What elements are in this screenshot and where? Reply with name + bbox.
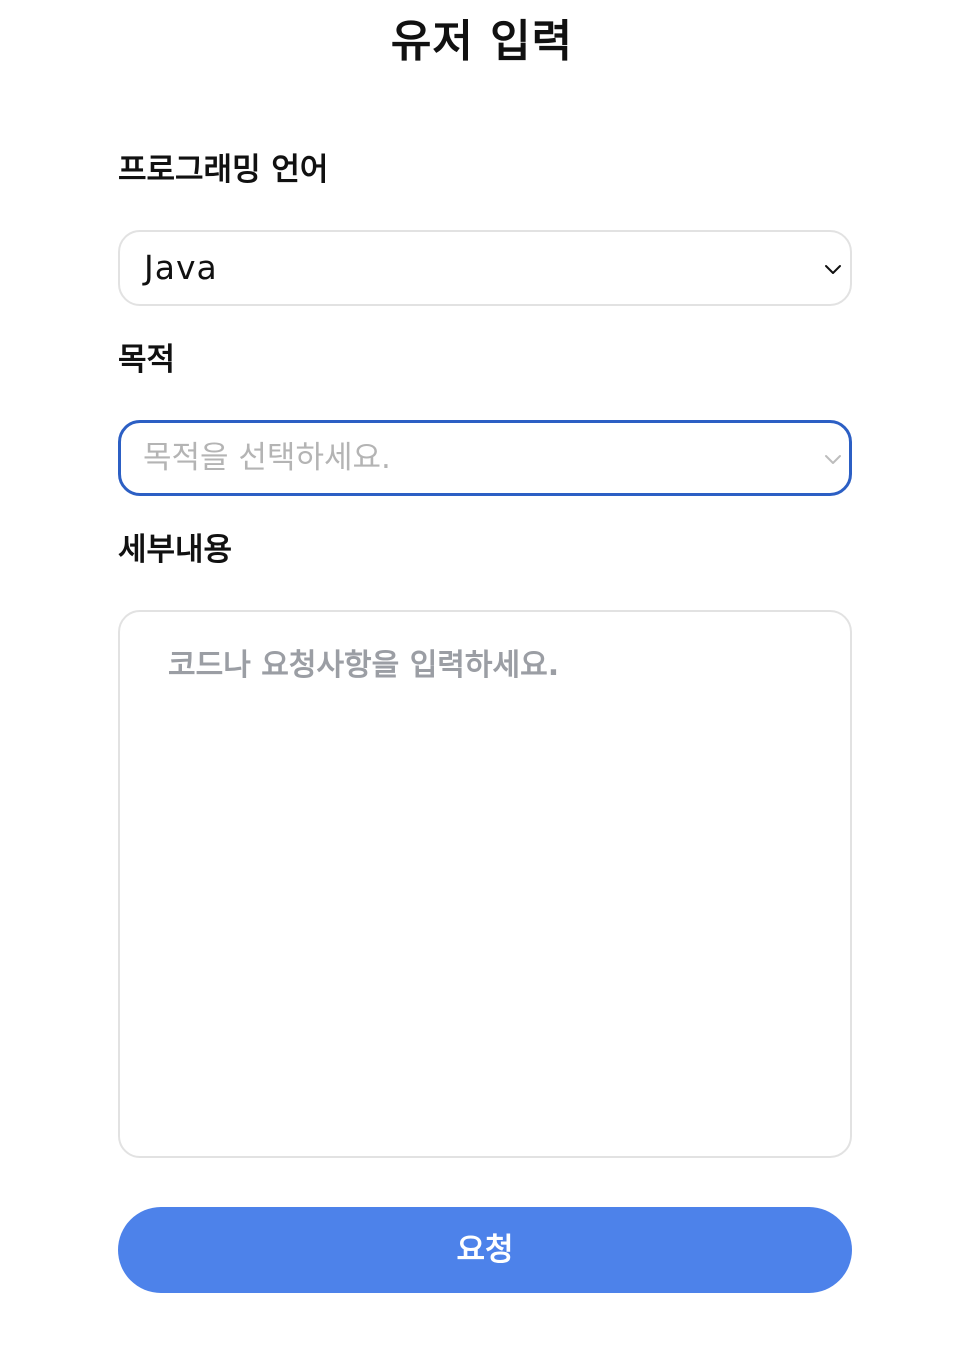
- chevron-down-icon: [822, 448, 844, 470]
- language-select-value: Java: [144, 248, 218, 287]
- chevron-down-icon: [822, 258, 844, 280]
- details-textarea[interactable]: 코드나 요청사항을 입력하세요.: [118, 610, 852, 1158]
- details-placeholder: 코드나 요청사항을 입력하세요.: [168, 648, 560, 683]
- page-title: 유저 입력: [390, 16, 574, 67]
- purpose-select-placeholder: 목적을 선택하세요.: [143, 440, 391, 476]
- language-label: 프로그래밍 언어: [118, 152, 329, 188]
- details-label: 세부내용: [118, 532, 233, 568]
- purpose-label: 목적: [118, 342, 176, 378]
- language-select[interactable]: Java: [118, 230, 852, 306]
- submit-button[interactable]: 요청: [118, 1207, 852, 1293]
- purpose-select[interactable]: 목적을 선택하세요.: [118, 420, 852, 496]
